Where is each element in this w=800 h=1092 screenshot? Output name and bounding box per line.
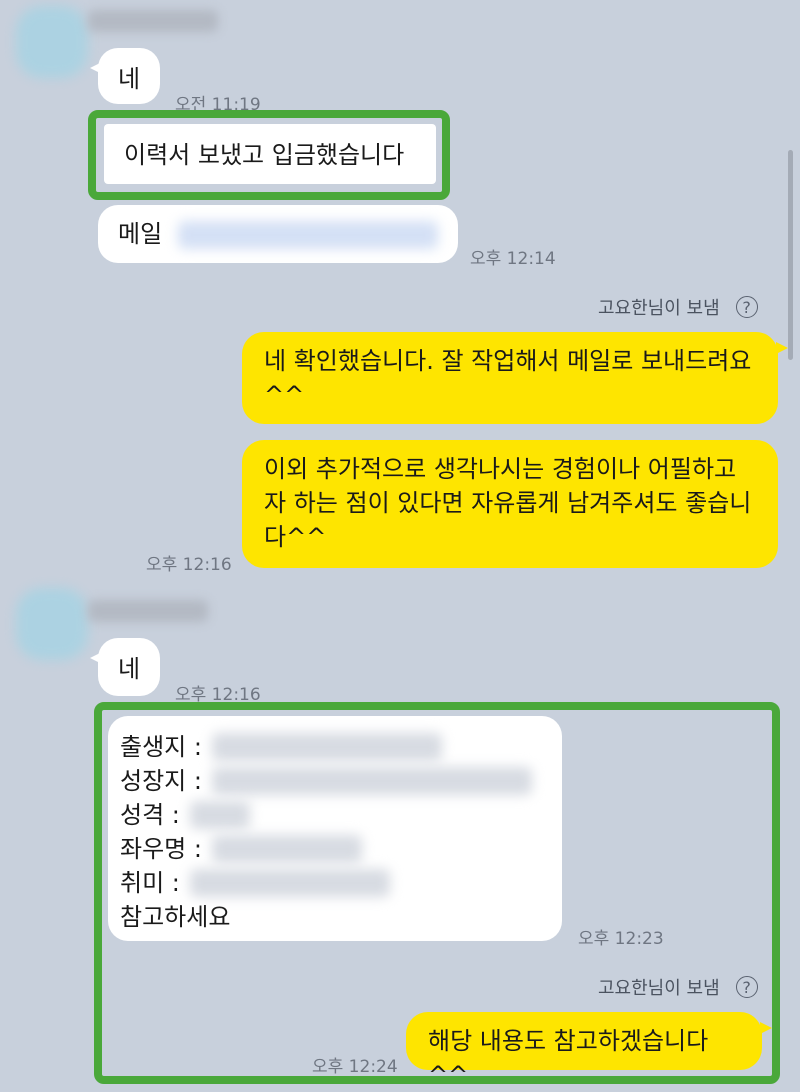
email-redacted: [177, 221, 438, 249]
message-bubble-outgoing[interactable]: 이외 추가적으로 생각나시는 경험이나 어필하고자 하는 점이 있다면 자유롭게…: [242, 440, 778, 568]
message-text: 참고하세요: [120, 903, 231, 931]
message-bubble-outgoing[interactable]: 해당 내용도 참고하겠습니다^^: [406, 1012, 772, 1089]
value-redacted: [189, 801, 250, 829]
row-label: 성격 :: [120, 801, 180, 829]
value-redacted: [189, 869, 390, 897]
message-text: 네: [118, 655, 141, 683]
info-row: 좌우명 :: [120, 832, 550, 866]
info-row: 출생지 :: [120, 730, 550, 764]
sender-label: 고요한님이 보냄 ?: [598, 974, 758, 1000]
row-label: 취미 :: [120, 869, 180, 897]
message-bubble-incoming[interactable]: 출생지 : 성장지 : 성격 : 좌우명 : 취미 : 참고하세요: [108, 716, 562, 941]
message-text: 메일: [118, 220, 163, 248]
message-bubble-outgoing[interactable]: 네 확인했습니다. 잘 작업해서 메일로 보내드려요^^: [242, 332, 788, 424]
message-text: 네: [118, 65, 141, 93]
message-bubble-incoming[interactable]: 이력서 보냈고 입금했습니다: [104, 124, 436, 184]
info-row: 취미 :: [120, 866, 550, 900]
message-bubble-incoming[interactable]: 네: [90, 48, 160, 104]
value-redacted: [211, 835, 362, 863]
message-bubble-incoming[interactable]: 메일: [98, 205, 458, 263]
message-time: 오후 12:23: [578, 929, 664, 949]
avatar[interactable]: [16, 6, 88, 78]
sender-name-redacted: [88, 10, 218, 32]
info-row: 성격 :: [120, 798, 550, 832]
sender-label: 고요한님이 보냄 ?: [598, 294, 758, 320]
message-text: 이외 추가적으로 생각나시는 경험이나 어필하고자 하는 점이 있다면 자유롭게…: [264, 455, 752, 551]
sender-name-redacted: [88, 600, 208, 622]
message-bubble-incoming[interactable]: 네: [90, 638, 160, 696]
row-label: 출생지 :: [120, 733, 202, 761]
row-label: 성장지 :: [120, 767, 202, 795]
avatar[interactable]: [16, 588, 88, 660]
value-redacted: [211, 767, 532, 795]
message-time: 오후 12:24: [312, 1057, 398, 1077]
value-redacted: [211, 733, 442, 761]
message-text: 이력서 보냈고 입금했습니다: [124, 141, 405, 169]
sender-text: 고요한님이 보냄: [598, 298, 720, 319]
message-time: 오후 12:14: [470, 249, 556, 269]
row-label: 좌우명 :: [120, 835, 202, 863]
sender-text: 고요한님이 보냄: [598, 978, 720, 999]
scrollbar[interactable]: [788, 150, 793, 360]
question-circle-icon[interactable]: ?: [735, 976, 758, 998]
message-text: 네 확인했습니다. 잘 작업해서 메일로 보내드려요^^: [264, 347, 752, 409]
message-time: 오후 12:16: [146, 555, 232, 575]
info-row: 성장지 :: [120, 764, 550, 798]
question-circle-icon[interactable]: ?: [735, 296, 758, 318]
